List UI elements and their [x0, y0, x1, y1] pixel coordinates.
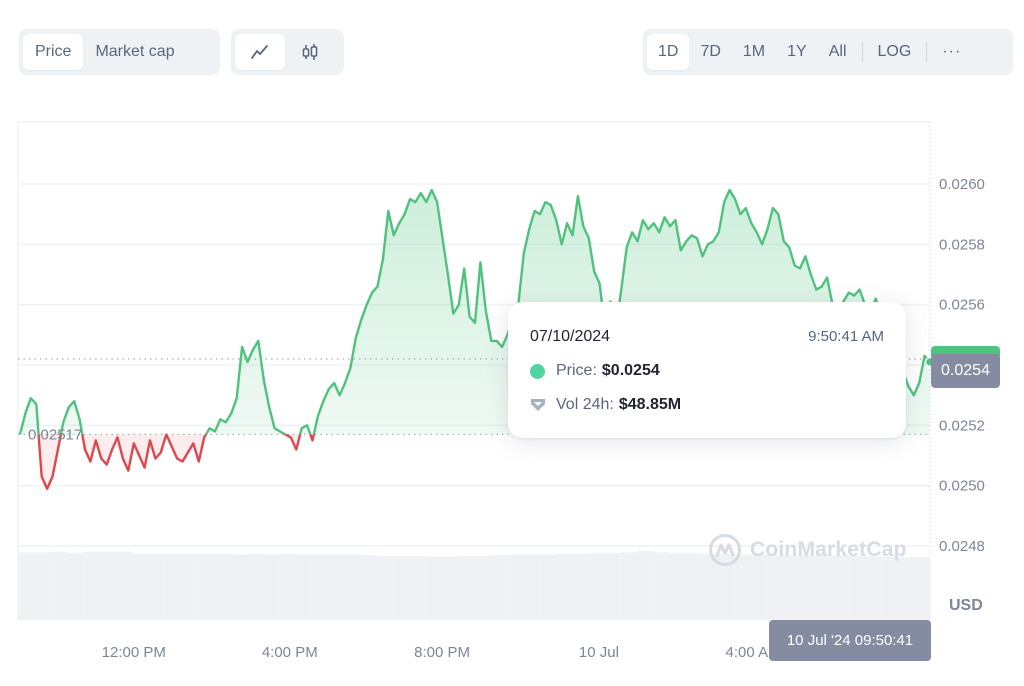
volume-bar: [132, 553, 149, 620]
volume-bar: [913, 557, 931, 620]
volume-bar: [376, 555, 393, 620]
crosshair-time-tag: 10 Jul '24 09:50:41: [769, 620, 931, 661]
volume-bar: [278, 553, 296, 620]
chart-tooltip: 07/10/2024 9:50:41 AM Price: $0.0254 Vol…: [508, 302, 906, 438]
volume-bar: [262, 554, 279, 620]
volume-bar: [164, 553, 182, 620]
price-dot-icon: [530, 363, 545, 379]
x-tick-label: 10 Jul: [579, 644, 619, 661]
coinmarketcap-logo-icon: [709, 534, 741, 566]
x-tick-label: 12:00 PM: [102, 644, 166, 661]
volume-bar: [343, 554, 361, 620]
volume-bar: [457, 555, 475, 620]
volume-bar: [636, 551, 654, 620]
volume-bar: [555, 553, 573, 620]
y-tick-label: 0.0252: [939, 417, 985, 434]
baseline-label: 0.02517: [28, 426, 82, 443]
volume-bar: [685, 553, 703, 620]
volume-bar: [441, 556, 459, 620]
tooltip-price-label: Price:: [556, 362, 597, 379]
volume-bar: [229, 554, 247, 620]
volume-bar: [34, 552, 51, 620]
y-tick-label: 0.0260: [939, 176, 985, 193]
volume-bar: [539, 554, 556, 620]
current-price-value: 0.0254: [931, 354, 1000, 388]
volume-icon: [531, 399, 545, 411]
volume-bar: [66, 553, 84, 620]
volume-bar: [506, 554, 524, 620]
tooltip-volume-row: Vol 24h: $48.85M: [530, 396, 681, 414]
volume-bar: [327, 554, 345, 620]
volume-bar: [408, 555, 426, 620]
volume-bar: [653, 552, 670, 620]
volume-bar: [360, 555, 377, 620]
volume-bar: [604, 553, 621, 620]
volume-bar: [83, 551, 100, 620]
x-axis: 12:00 PM 4:00 PM 8:00 PM 10 Jul 4:00 AM: [102, 644, 781, 661]
volume-bar: [294, 554, 312, 620]
currency-label: USD: [949, 597, 983, 614]
volume-bar: [180, 553, 198, 620]
volume-bar: [197, 553, 214, 620]
tooltip-volume-label: Vol 24h:: [556, 396, 614, 413]
tooltip-price-row: Price: $0.0254: [530, 362, 660, 380]
x-tick-label: 4:00 PM: [262, 644, 318, 661]
volume-bar: [571, 553, 589, 620]
volume-bar: [620, 552, 638, 620]
volume-bar: [522, 554, 540, 620]
watermark: CoinMarketCap: [708, 533, 907, 567]
volume-bar: [50, 551, 68, 620]
volume-bar: [490, 555, 507, 620]
volume-bar: [474, 555, 491, 620]
volume-bar: [588, 553, 605, 620]
y-tick-label: 0.0248: [939, 538, 985, 555]
volume-bar: [213, 553, 231, 620]
x-tick-label: 8:00 PM: [414, 644, 470, 661]
tooltip-time: 9:50:41 AM: [808, 328, 884, 345]
y-tick-label: 0.0258: [939, 236, 985, 253]
tooltip-price-value: $0.0254: [601, 362, 660, 379]
volume-bar: [669, 553, 687, 620]
volume-bar: [148, 553, 165, 620]
volume-bar: [115, 551, 133, 620]
watermark-text: CoinMarketCap: [750, 538, 907, 561]
volume-bar: [99, 551, 117, 620]
volume-bar: [246, 553, 263, 620]
volume-bar: [311, 554, 328, 620]
volume-bar: [425, 556, 442, 620]
y-tick-label: 0.0256: [939, 297, 985, 314]
tooltip-date: 07/10/2024: [530, 328, 611, 345]
current-price-tag: 0.0254: [931, 346, 1000, 388]
tooltip-volume-value: $48.85M: [618, 396, 682, 413]
volume-bar: [18, 552, 35, 620]
volume-bar: [392, 555, 410, 620]
y-tick-label: 0.0250: [939, 478, 985, 495]
